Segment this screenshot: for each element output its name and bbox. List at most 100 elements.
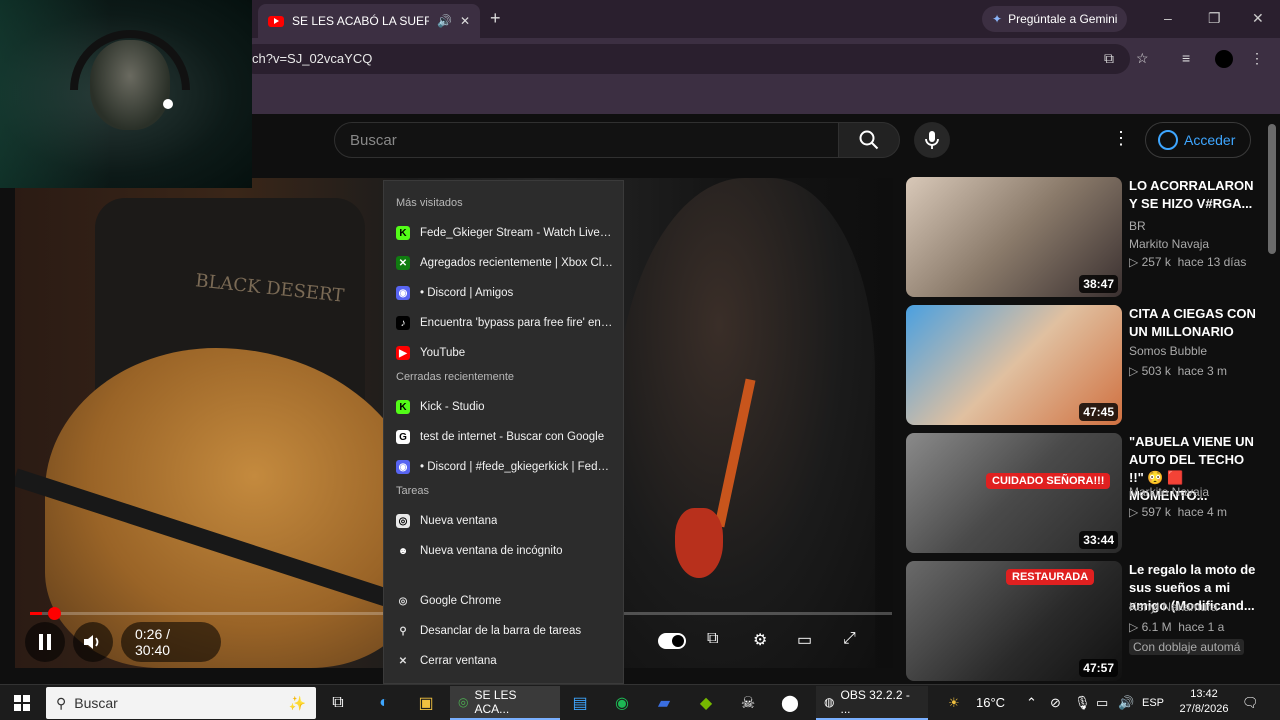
sign-in-button[interactable]: Acceder	[1145, 122, 1251, 158]
volume-button[interactable]	[73, 622, 113, 662]
channel-name[interactable]: Somos Bubble	[1129, 344, 1207, 358]
autoplay-toggle[interactable]	[658, 633, 686, 649]
video-thumbnail[interactable]: CUIDADO SEÑORA!!! 33:44	[906, 433, 1122, 553]
theater-mode-icon[interactable]: ▭	[797, 630, 812, 650]
video-title[interactable]: LO ACORRALARON Y SE HIZO V#RGA...	[1129, 177, 1257, 213]
jump-list-item[interactable]: ✕ Agregados recientemente | Xbox Clou...	[384, 249, 625, 277]
store-icon[interactable]: ▤	[566, 689, 594, 717]
xbox-icon: ✕	[396, 256, 410, 270]
jump-list-item[interactable]: ▶ YouTube	[384, 339, 625, 367]
weather-icon[interactable]: ☀	[948, 695, 960, 711]
taskbar-clock[interactable]: 13:42 27/8/2026	[1176, 687, 1232, 717]
youtube-favicon-icon	[268, 15, 284, 27]
tray-language[interactable]: ESP	[1142, 697, 1164, 709]
upload-age: hace 4 m	[1177, 505, 1227, 519]
search-input[interactable]: Buscar	[334, 122, 840, 158]
chrome-icon: ◎	[398, 595, 408, 607]
jump-list-item[interactable]: ◉ • Discord | #fede_gkiegerkick | Fede_g.…	[384, 453, 625, 481]
jump-list-footer-item[interactable]: ✕ Cerrar ventana	[384, 647, 625, 675]
tray-volume-icon[interactable]: 🔊	[1118, 695, 1134, 711]
minimize-button[interactable]: –	[1164, 10, 1172, 26]
app-circle-icon[interactable]: ⬤	[776, 689, 804, 717]
upload-age: hace 13 días	[1177, 255, 1247, 269]
webcam-overlay	[0, 0, 252, 188]
media-control-icon[interactable]: ≡	[1182, 50, 1190, 66]
tray-chevron-icon[interactable]: ⌃	[1026, 695, 1037, 711]
video-thumbnail[interactable]: 47:45	[906, 305, 1122, 425]
jump-list-item[interactable]: ☻ Nueva ventana de incógnito	[384, 537, 625, 565]
progress-scrubber[interactable]	[48, 607, 61, 620]
upload-age: hace 1 a	[1178, 620, 1225, 634]
settings-gear-icon[interactable]: ⚙	[753, 630, 767, 650]
google-icon: G	[396, 430, 410, 444]
url-field[interactable]: ch?v=SJ_02vcaYCQ	[240, 44, 1130, 74]
more-options-icon[interactable]: ⋮	[1112, 128, 1130, 149]
views-icon: ▷	[1129, 505, 1142, 519]
jump-list-item[interactable]: K Fede_Gkieger Stream - Watch Live on...	[384, 219, 625, 247]
install-app-icon[interactable]: ⧉	[1104, 50, 1114, 67]
jump-list-item[interactable]: ♪ Encuentra 'bypass para free fire' en Ti…	[384, 309, 625, 337]
recommended-video[interactable]: 47:45 CITA A CIEGAS CON UN MILLONARIO Somo…	[906, 305, 1266, 427]
new-tab-button[interactable]: +	[490, 8, 501, 29]
taskbar-obs-window[interactable]: ◍ OBS 32.2.2 - ...	[816, 686, 928, 720]
close-tab-icon[interactable]: ✕	[460, 14, 470, 28]
play-pause-button[interactable]	[25, 622, 65, 662]
profile-avatar[interactable]	[1215, 50, 1233, 68]
page-scrollbar[interactable]	[1268, 124, 1276, 254]
spotify-icon[interactable]: ◉	[608, 689, 636, 717]
jump-list-item[interactable]: ◉ • Discord | Amigos	[384, 279, 625, 307]
jump-list-item[interactable]: ◎ Nueva ventana	[384, 507, 625, 535]
file-explorer-icon[interactable]: ▣	[412, 689, 440, 717]
channel-name[interactable]: Markito Navaja	[1129, 485, 1209, 499]
gemini-button[interactable]: ✦ Pregúntale a Gemini	[982, 6, 1128, 32]
maximize-button[interactable]: ❐	[1208, 10, 1221, 27]
sign-in-label: Acceder	[1184, 132, 1236, 148]
video-duration: 38:47	[1079, 275, 1118, 293]
browser-tab-active[interactable]: SE LES ACABÓ LA SUERTE E 🔊 ✕	[258, 4, 480, 38]
jump-list-footer-item[interactable]: ◎ Google Chrome	[384, 587, 625, 615]
views-icon: ▷	[1129, 364, 1142, 378]
recommended-video[interactable]: CUIDADO SEÑORA!!! 33:44 "ABUELA VIENE UN A…	[906, 433, 1266, 555]
webcam-light	[163, 99, 173, 109]
tab-title: SE LES ACABÓ LA SUERTE E	[292, 14, 429, 28]
taskbar-chrome-window[interactable]: ◎ SE LES ACA...	[450, 686, 560, 720]
video-duration: 47:57	[1079, 659, 1118, 677]
channel-name[interactable]: Markito Navaja	[1129, 237, 1209, 251]
taskbar-search[interactable]: ⚲ Buscar ✨	[46, 687, 316, 719]
windows-start-icon[interactable]	[8, 689, 36, 717]
video-thumbnail[interactable]: RESTAURADA 47:57	[906, 561, 1122, 681]
tray-network-off-icon[interactable]: ⊘	[1050, 695, 1061, 711]
app-icon[interactable]: ▰	[650, 689, 678, 717]
subtitles-icon[interactable]: ⧉	[707, 630, 718, 648]
tray-mic-icon[interactable]: 🎙	[1074, 695, 1091, 711]
channel-name[interactable]: Kenyi Nakamura	[1129, 600, 1218, 614]
jump-list-item[interactable]: Gtest de internet - Buscar con Google	[384, 423, 625, 451]
notifications-icon[interactable]: 🗨	[1242, 695, 1259, 711]
recommended-video[interactable]: RESTAURADA 47:57 Le regalo la moto de sus …	[906, 561, 1266, 683]
task-view-icon[interactable]: ⧉	[324, 689, 352, 717]
browser-menu-icon[interactable]: ⋮	[1250, 50, 1264, 67]
edge-icon[interactable]: ◐	[370, 689, 398, 717]
nvidia-icon[interactable]: ◆	[692, 689, 720, 717]
jump-list-footer-item[interactable]: ⚲ Desanclar de la barra de tareas	[384, 617, 625, 645]
tray-display-icon[interactable]: ▭	[1096, 695, 1108, 711]
bookmark-star-icon[interactable]: ☆	[1136, 50, 1149, 67]
fullscreen-icon[interactable]: ⤢	[843, 630, 856, 648]
search-button[interactable]	[838, 122, 900, 158]
video-thumbnail[interactable]: 38:47	[906, 177, 1122, 297]
search-highlight-icon: ✨	[288, 694, 306, 711]
jump-list-item[interactable]: K Kick - Studio	[384, 393, 625, 421]
video-stats: ▷ 597 k hace 4 m	[1129, 505, 1227, 519]
game-icon[interactable]: ☠	[734, 689, 762, 717]
speaker-icon[interactable]: 🔊	[437, 14, 452, 28]
video-title[interactable]: CITA A CIEGAS CON UN MILLONARIO	[1129, 305, 1257, 341]
taskbar-chrome-label: SE LES ACA...	[474, 688, 517, 716]
jump-list-item-label: Desanclar de la barra de tareas	[420, 625, 582, 637]
close-window-button[interactable]: ✕	[1252, 10, 1264, 27]
recommended-video[interactable]: 38:47 LO ACORRALARON Y SE HIZO V#RGA... BR…	[906, 177, 1266, 299]
youtube-page: Buscar ⋮ Acceder BLACK DESERT 0:26 / 30:…	[0, 114, 1280, 684]
voice-search-button[interactable]	[914, 122, 950, 158]
webcam-person	[90, 40, 170, 130]
view-count: 597 k	[1141, 505, 1171, 519]
weather-temp[interactable]: 16°C	[976, 695, 1005, 710]
